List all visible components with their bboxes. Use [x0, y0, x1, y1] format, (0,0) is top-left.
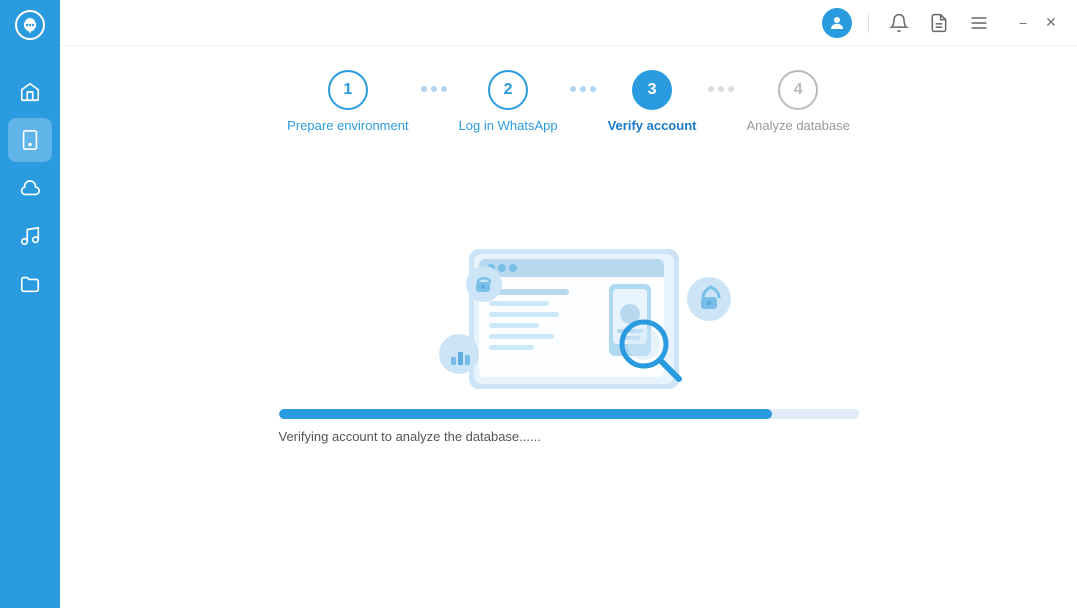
- step-2-circle: 2: [488, 70, 528, 110]
- progress-bar-background: [279, 409, 859, 419]
- close-button[interactable]: ✕: [1041, 13, 1061, 33]
- document-icon[interactable]: [925, 9, 953, 37]
- step-1: 1 Prepare environment: [287, 70, 408, 133]
- step-2-label: Log in WhatsApp: [459, 118, 558, 133]
- sidebar-item-music[interactable]: [8, 214, 52, 258]
- step-4-label: Analyze database: [746, 118, 849, 133]
- content-area: Verifying account to analyze the databas…: [60, 149, 1077, 608]
- main-content: − ✕ 1 Prepare environment 2 Log in Whats…: [60, 0, 1077, 608]
- progress-status-text: Verifying account to analyze the databas…: [279, 429, 859, 444]
- dot: [728, 86, 734, 92]
- window-controls: − ✕: [1013, 13, 1061, 33]
- sidebar-item-cloud[interactable]: [8, 166, 52, 210]
- menu-icon[interactable]: [965, 9, 993, 37]
- notification-icon[interactable]: [885, 9, 913, 37]
- step-4: 4 Analyze database: [746, 70, 849, 133]
- minimize-button[interactable]: −: [1013, 13, 1033, 33]
- dot: [441, 86, 447, 92]
- dot: [421, 86, 427, 92]
- dot: [718, 86, 724, 92]
- sidebar-item-device[interactable]: [8, 118, 52, 162]
- step-1-circle: 1: [328, 70, 368, 110]
- titlebar-icons: − ✕: [822, 8, 1061, 38]
- user-avatar[interactable]: [822, 8, 852, 38]
- steps-progress: 1 Prepare environment 2 Log in WhatsApp …: [60, 46, 1077, 149]
- app-logo: [0, 0, 60, 50]
- titlebar-divider: [868, 13, 869, 33]
- verify-illustration: [379, 169, 759, 389]
- step-1-label: Prepare environment: [287, 118, 408, 133]
- step-dots-2-3: [570, 86, 596, 92]
- step-3-label: Verify account: [608, 118, 697, 133]
- step-2: 2 Log in WhatsApp: [459, 70, 558, 133]
- step-dots-1-2: [421, 86, 447, 92]
- dot: [431, 86, 437, 92]
- step-dots-3-4: [708, 86, 734, 92]
- step-3: 3 Verify account: [608, 70, 697, 133]
- step-4-circle: 4: [778, 70, 818, 110]
- titlebar: − ✕: [60, 0, 1077, 46]
- sidebar-item-folder[interactable]: [8, 262, 52, 306]
- dot: [570, 86, 576, 92]
- step-3-circle: 3: [632, 70, 672, 110]
- dot: [708, 86, 714, 92]
- sidebar-navigation: [8, 60, 52, 608]
- dot: [590, 86, 596, 92]
- sidebar-item-home[interactable]: [8, 70, 52, 114]
- progress-bar-fill: [279, 409, 772, 419]
- progress-area: Verifying account to analyze the databas…: [249, 409, 889, 444]
- sidebar: [0, 0, 60, 608]
- dot: [580, 86, 586, 92]
